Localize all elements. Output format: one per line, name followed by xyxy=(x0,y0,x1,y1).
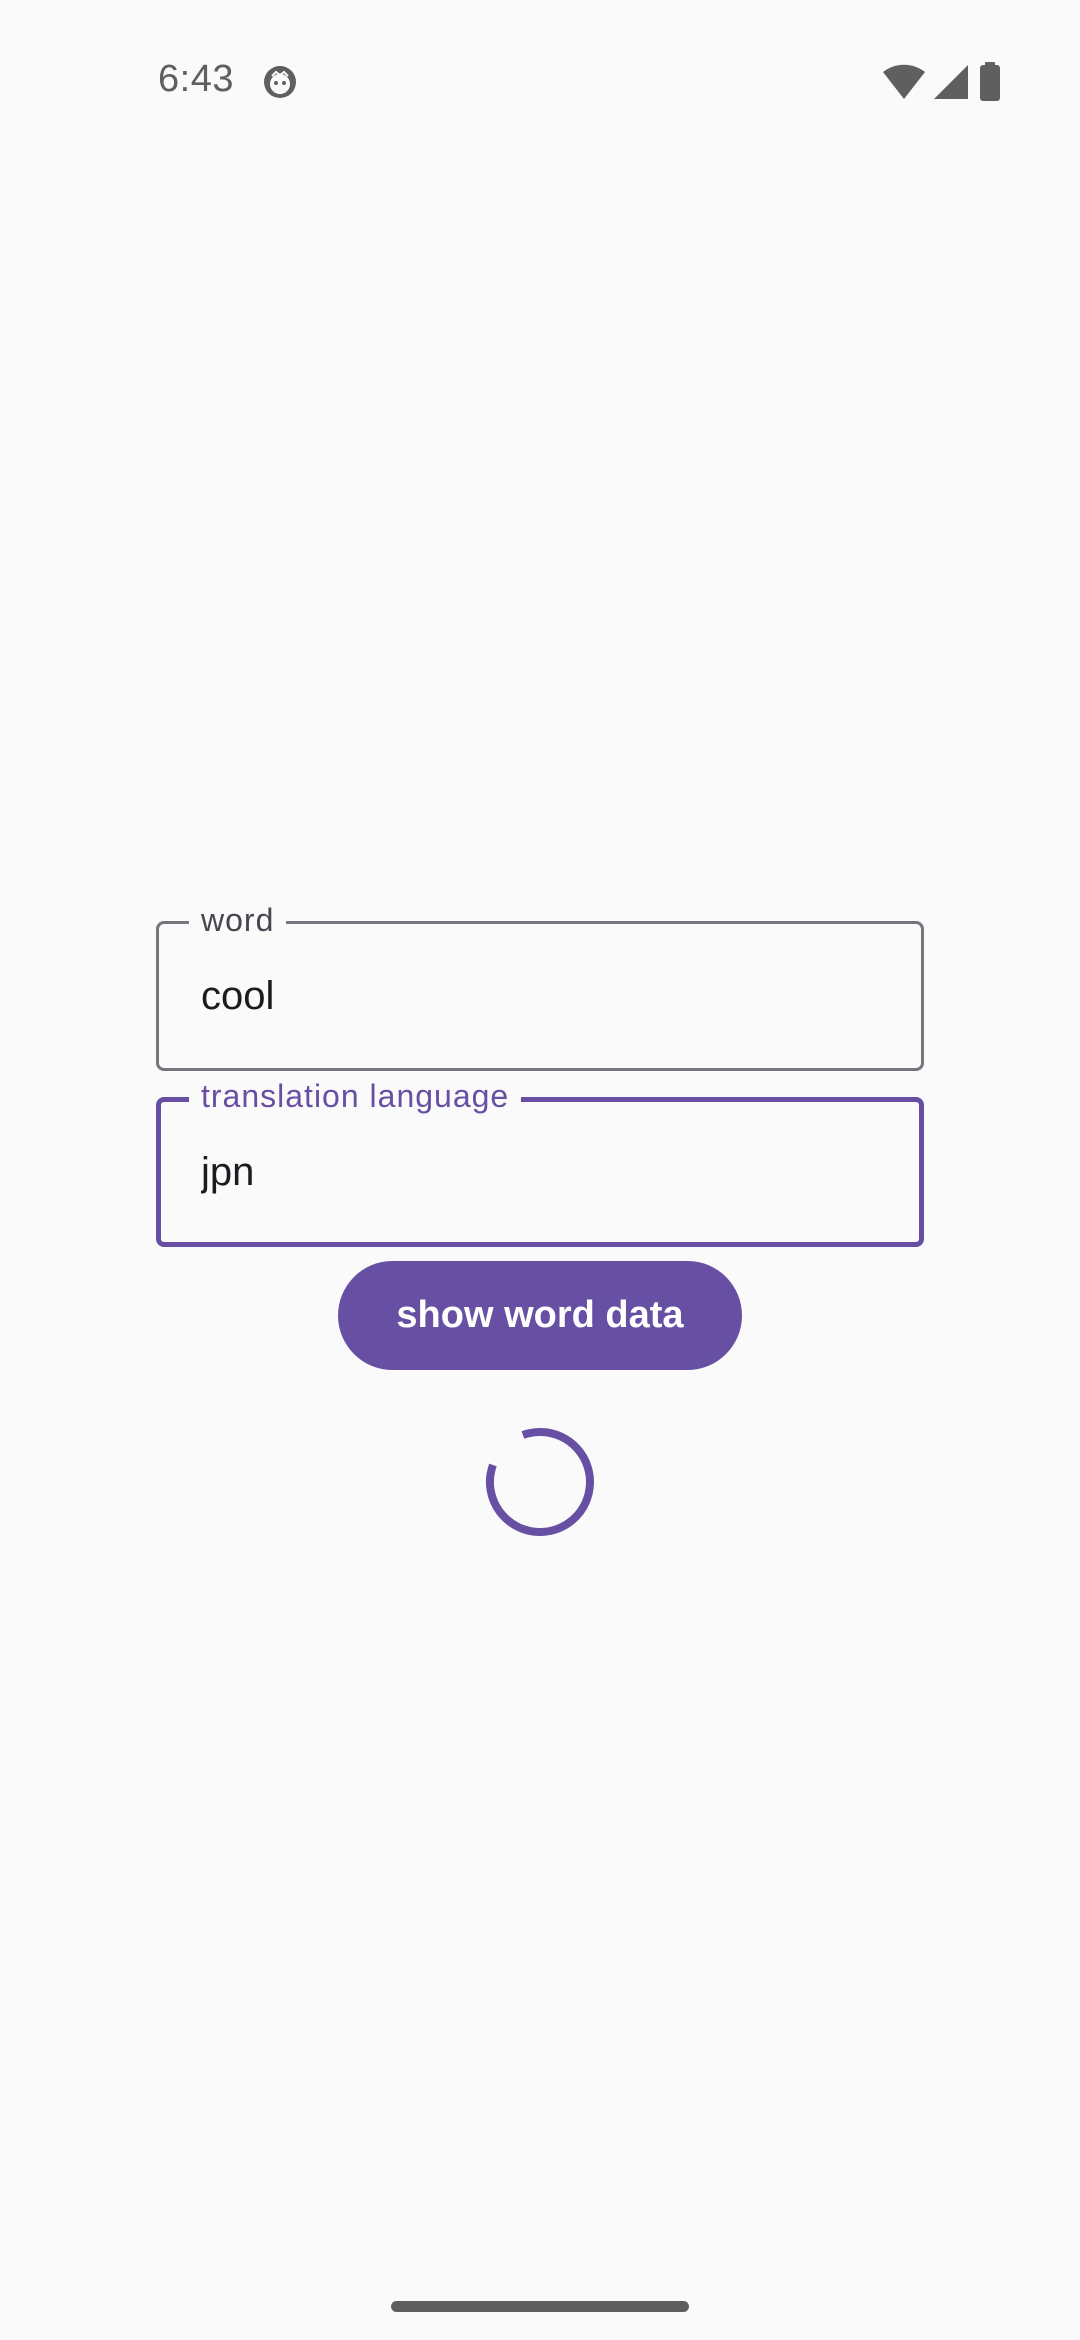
show-word-data-button[interactable]: show word data xyxy=(338,1261,742,1370)
cellular-signal-icon xyxy=(934,65,968,99)
word-input[interactable] xyxy=(201,974,881,1019)
notification-face-icon xyxy=(264,66,296,98)
translation-language-label: translation language xyxy=(189,1077,522,1115)
home-indicator[interactable] xyxy=(391,2301,689,2312)
translation-language-field[interactable]: translation language xyxy=(156,1077,924,1247)
status-bar: 6:43 xyxy=(0,0,1080,120)
status-icons xyxy=(882,62,1004,102)
loading-spinner xyxy=(486,1428,594,1536)
battery-icon xyxy=(980,62,1000,101)
word-field[interactable]: word xyxy=(156,901,924,1071)
status-time: 6:43 xyxy=(158,58,234,100)
word-field-label: word xyxy=(189,901,287,939)
wifi-icon xyxy=(883,64,925,99)
translation-language-input[interactable] xyxy=(201,1150,881,1195)
